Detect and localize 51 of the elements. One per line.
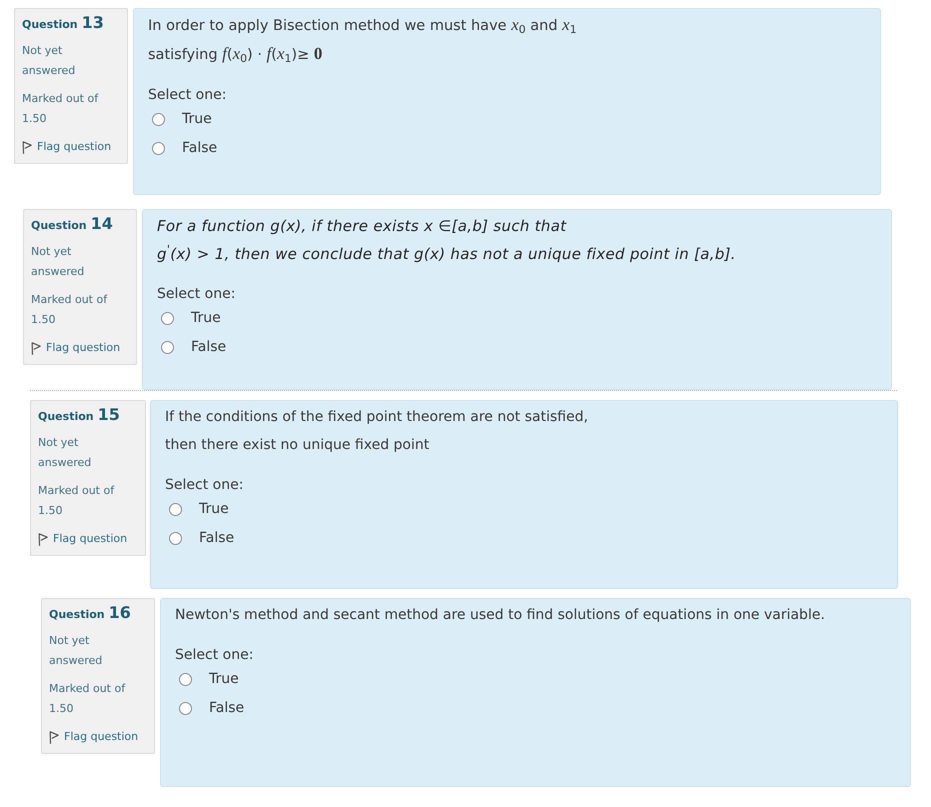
radio-button[interactable] [161,340,174,354]
radio-button[interactable] [169,532,182,544]
flag-icon [38,532,48,546]
marks-text: Marked out of 1.50 [31,292,108,328]
prompt-text: Select one: [165,476,244,495]
radio-button[interactable] [169,502,182,516]
question-text: If the conditions of the fixed point theorem are not satisfied, [165,408,590,427]
flag-icon [22,140,32,154]
question-text: g$^{'}$(x) > 1, then we conclude that g(x) has not a unique fixed point in [a,b]. [157,242,737,265]
question-label: Question [22,17,78,33]
question-text: satisfying f(x$_{0}$) · f(x$_{1}$)≥ 0 [148,43,324,67]
marks-text: Marked out of 1.50 [38,483,116,519]
status-text: Not yet answered [38,435,92,471]
flag-question-link[interactable]: Flag question [49,727,142,747]
option-label[interactable]: False [182,138,218,158]
question-text: In order to apply Bisection method we must have x$_{0}$ and x$_{1}$ [148,14,578,38]
radio-button[interactable] [152,112,165,126]
option-label[interactable]: True [199,498,229,520]
status-text: Not yet answered [31,244,86,280]
question-label: Question [31,218,87,234]
flag-icon [31,342,41,354]
radio-button[interactable] [179,702,192,714]
radio-button[interactable] [179,672,192,686]
question-text: For a function g(x), if there exists x ∈[a,b] such that [157,216,568,237]
radio-button[interactable] [152,142,165,154]
question-number: 15 [98,406,120,424]
radio-button[interactable] [161,312,174,324]
marks-text: Marked out of 1.50 [22,91,100,127]
prompt-text: Select one: [148,86,228,105]
flag-question-link[interactable]: Flag question [38,529,133,549]
question-number: 16 [108,604,131,622]
question-number: 13 [82,14,104,32]
option-label[interactable]: False [191,336,226,358]
option-label[interactable]: True [209,668,239,690]
status-text: Not yet answered [49,633,104,669]
question-label: Question [49,607,105,623]
flag-icon [49,730,59,744]
question-label: Question [38,409,94,425]
option-label[interactable]: True [191,308,221,328]
flag-question-link[interactable]: Flag question [31,338,124,358]
flag-question-link[interactable]: Flag question [22,137,115,157]
marks-text: Marked out of 1.50 [49,681,126,717]
status-text: Not yet answered [22,43,76,79]
prompt-text: Select one: [175,646,254,665]
option-label[interactable]: False [199,528,234,548]
prompt-text: Select one: [157,285,236,304]
question-text: then there exist no unique fixed point [165,436,430,455]
question-text: Newton's method and secant method are used to find solutions of equations in one variable. [175,606,826,625]
question-number: 14 [90,215,113,233]
option-label[interactable]: True [182,108,212,130]
option-label[interactable]: False [209,698,244,718]
